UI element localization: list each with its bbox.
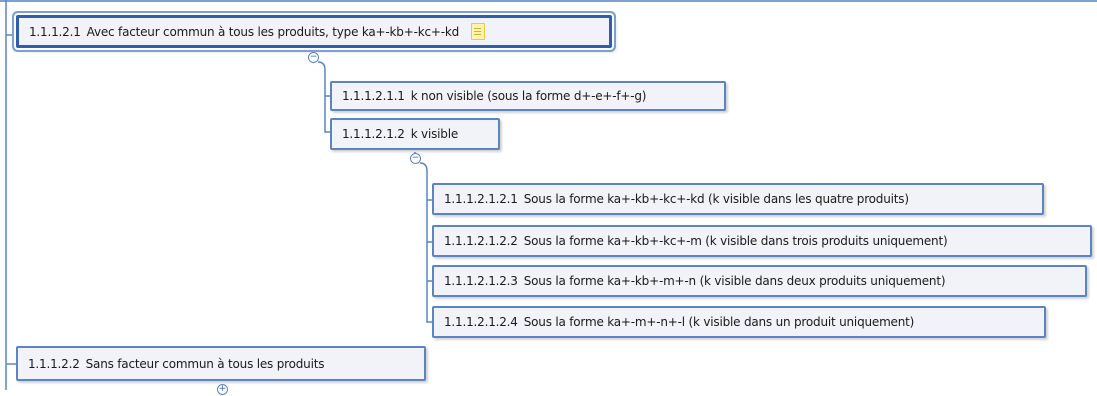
topic-number: 1.1.1.2.1 bbox=[29, 24, 81, 39]
topic-number: 1.1.1.2.1.1 bbox=[342, 89, 405, 103]
collapse-toggle-root[interactable]: − bbox=[308, 52, 319, 63]
topic-label: Sous la forme ka+-m+-n+-l (k visible dan… bbox=[523, 315, 915, 329]
topic-label: Sous la forme ka+-kb+-kc+-m (k visible d… bbox=[523, 234, 948, 248]
topic-two-products[interactable]: 1.1.1.2.1.2.3 Sous la forme ka+-kb+-m+-n… bbox=[432, 265, 1087, 297]
topic-one-product[interactable]: 1.1.1.2.1.2.4 Sous la forme ka+-m+-n+-l … bbox=[432, 306, 1046, 338]
note-icon[interactable] bbox=[471, 23, 485, 40]
topic-label: Sous la forme ka+-kb+-m+-n (k visible da… bbox=[523, 274, 946, 288]
topic-number: 1.1.1.2.1.2 bbox=[342, 127, 405, 141]
root-children-line bbox=[317, 61, 330, 133]
topic-root[interactable]: 1.1.1.2.1 Avec facteur commun à tous les… bbox=[16, 15, 612, 48]
topic-number: 1.1.1.2.1.2.3 bbox=[444, 274, 518, 288]
topic-number: 1.1.1.2.1.2.2 bbox=[444, 234, 518, 248]
topic-label: Avec facteur commun à tous les produits,… bbox=[86, 24, 460, 39]
topic-three-products[interactable]: 1.1.1.2.1.2.2 Sous la forme ka+-kb+-kc+-… bbox=[432, 225, 1092, 257]
topic-label: Sous la forme ka+-kb+-kc+-kd (k visible … bbox=[523, 192, 909, 206]
topic-label: k non visible (sous la forme d+-e+-f+-g) bbox=[410, 89, 647, 103]
topic-number: 1.1.1.2.1.2.1 bbox=[444, 192, 518, 206]
topic-number: 1.1.1.2.2 bbox=[28, 356, 80, 371]
expand-toggle-sans[interactable]: + bbox=[217, 384, 228, 395]
topic-sans-facteur[interactable]: 1.1.1.2.2 Sans facteur commun à tous les… bbox=[16, 346, 426, 381]
topic-k-visible[interactable]: 1.1.1.2.1.2 k visible bbox=[330, 118, 500, 150]
topic-number: 1.1.1.2.1.2.4 bbox=[444, 315, 518, 329]
topic-k-non-visible[interactable]: 1.1.1.2.1.1 k non visible (sous la forme… bbox=[330, 81, 726, 111]
collapse-toggle-k-visible[interactable]: − bbox=[410, 153, 421, 164]
topic-label: k visible bbox=[410, 127, 459, 141]
topic-label: Sans facteur commun à tous les produits bbox=[85, 356, 325, 371]
topic-four-products[interactable]: 1.1.1.2.1.2.1 Sous la forme ka+-kb+-kc+-… bbox=[432, 183, 1044, 215]
